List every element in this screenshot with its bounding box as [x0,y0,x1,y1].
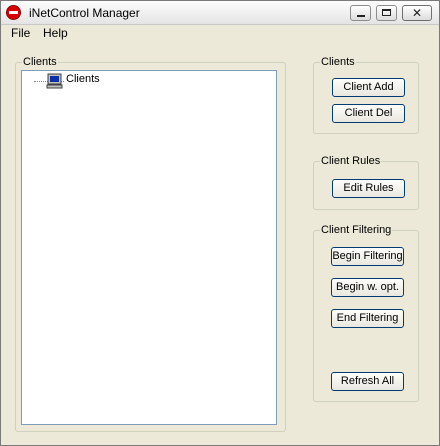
edit-rules-button[interactable]: Edit Rules [332,179,405,198]
client-add-button[interactable]: Client Add [332,78,405,97]
end-filtering-button[interactable]: End Filtering [331,309,404,328]
minimize-button[interactable] [350,5,371,21]
window-title: iNetControl Manager [29,6,140,20]
menu-help[interactable]: Help [43,26,68,40]
clients-group-legend: Clients [321,56,355,68]
begin-filtering-button[interactable]: Begin Filtering [331,247,404,266]
app-window: iNetControl Manager ✕ File Help Clients … [0,0,440,446]
tree-item-clients[interactable]: Clients [66,73,100,85]
app-stop-icon [6,5,21,20]
client-rules-legend: Client Rules [321,155,381,167]
title-bar[interactable]: iNetControl Manager ✕ [1,1,439,25]
clients-panel-legend: Clients [23,56,57,68]
begin-with-options-button[interactable]: Begin w. opt. [331,278,404,297]
refresh-all-button[interactable]: Refresh All [331,372,404,391]
menu-file[interactable]: File [11,26,30,40]
computer-icon [46,73,63,89]
menu-bar: File Help [1,24,439,42]
maximize-icon [382,9,391,16]
minimize-icon [357,15,365,17]
close-button[interactable]: ✕ [402,5,432,21]
client-del-button[interactable]: Client Del [332,104,405,123]
close-icon: ✕ [411,6,423,20]
clients-tree[interactable]: Clients [21,70,277,425]
client-filtering-legend: Client Filtering [321,224,392,236]
maximize-button[interactable] [376,5,397,21]
